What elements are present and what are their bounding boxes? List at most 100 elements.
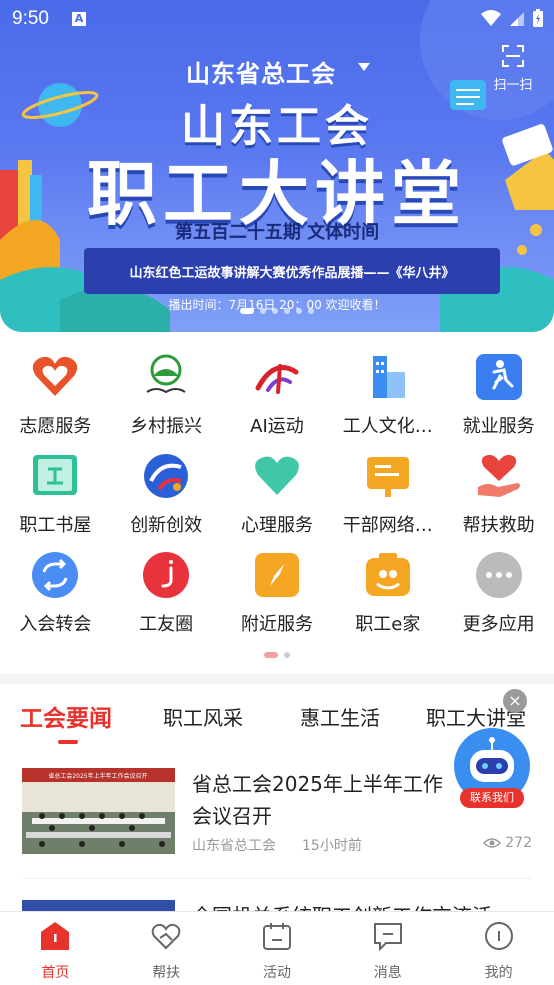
grid-item-worker-home[interactable]: 职工e家 <box>332 546 443 645</box>
news-thumbnail: 省总工会2025年上半年工作会议召开 <box>22 768 175 854</box>
org-title[interactable]: 山东省总工会 <box>186 54 336 89</box>
grid-item-label: 就业服务 <box>462 416 535 437</box>
grid-row: 职工书屋 创新创效 心理服务 干部网络… 帮扶救助 <box>0 447 554 546</box>
banner-subtitle: 第五百二十五期 文体时间 <box>174 222 380 243</box>
grid-pagination <box>0 652 554 658</box>
status-time: 9:50 <box>12 8 49 29</box>
grid-page-dot[interactable] <box>264 652 278 658</box>
nav-help[interactable]: 帮扶 <box>111 912 222 985</box>
grid-item-label: 附近服务 <box>240 614 313 635</box>
heart-icon <box>255 456 299 495</box>
nav-label: 活动 <box>262 965 291 981</box>
profile-icon <box>484 922 513 950</box>
help-hand-heart-icon <box>477 454 520 497</box>
tab-active-indicator <box>58 740 78 744</box>
grid-item-psychology[interactable]: 心理服务 <box>222 447 333 546</box>
grid-row: 志愿服务 乡村振兴 AI运动 工人文化… 就业服务 <box>0 348 554 447</box>
compass-icon <box>254 553 299 597</box>
grid-item-more[interactable]: 更多应用 <box>443 546 554 645</box>
volunteer-heart-icon <box>33 356 78 396</box>
message-icon <box>373 923 402 952</box>
grid-item-label: 职工e家 <box>355 614 421 635</box>
grid-item-label: 乡村振兴 <box>130 416 203 437</box>
workmate-circle-icon <box>143 552 190 598</box>
service-grid: 志愿服务 乡村振兴 AI运动 工人文化… 就业服务 职工书屋 创新创效 心理服务… <box>0 348 554 645</box>
banner-strip: 山东红色工运故事讲解大赛优秀作品展播——《华八井》 <box>84 248 500 294</box>
grid-item-rural[interactable]: 乡村振兴 <box>111 348 222 447</box>
wifi-icon <box>481 10 501 26</box>
grid-item-volunteer[interactable]: 志愿服务 <box>0 348 111 447</box>
nav-messages[interactable]: 消息 <box>332 912 443 985</box>
chevron-down-icon[interactable] <box>358 63 370 71</box>
eye-icon <box>483 838 502 848</box>
bottom-nav: 首页 帮扶 活动 消息 我的 <box>0 911 554 985</box>
workers-culture-building-icon <box>372 356 405 398</box>
banner-dot[interactable] <box>296 308 302 314</box>
banner-dot[interactable] <box>240 308 254 314</box>
banner-dot[interactable] <box>284 308 290 314</box>
more-dots-icon <box>475 552 522 598</box>
book-icon <box>33 455 78 495</box>
contact-us-button[interactable]: 联系我们 <box>460 788 524 808</box>
notification-a-icon: A <box>72 12 86 26</box>
news-views-count: 272 <box>505 835 532 851</box>
rural-revitalization-icon <box>146 354 186 394</box>
cadre-network-icon <box>366 457 409 497</box>
status-icons <box>480 8 544 28</box>
employment-runner-icon <box>475 354 522 400</box>
banner-dot[interactable] <box>308 308 314 314</box>
app-root: 9:50 A 山东省总工会 扫一扫 山东工会 职工大讲堂 第五百二十五期 文体时… <box>0 0 554 985</box>
grid-item-ai-sport[interactable]: AI运动 <box>222 348 333 447</box>
grid-page-dot[interactable] <box>284 652 290 658</box>
grid-item-workmate-circle[interactable]: 工友圈 <box>111 546 222 645</box>
nav-label: 首页 <box>41 965 70 981</box>
battery-icon <box>533 9 543 27</box>
nav-profile[interactable]: 我的 <box>443 912 554 985</box>
grid-item-label: 心理服务 <box>240 515 313 536</box>
meeting-photo-icon: 省总工会2025年上半年工作会议召开 <box>22 768 175 854</box>
grid-item-label: 工友圈 <box>139 614 194 635</box>
tab-union-news[interactable]: 工会要闻 <box>20 699 112 733</box>
grid-row: 入会转会 工友圈 附近服务 职工e家 更多应用 <box>0 546 554 645</box>
banner-dot[interactable] <box>272 308 278 314</box>
grid-item-book-house[interactable]: 职工书屋 <box>0 447 111 546</box>
thumb-caption: 省总工会2025年上半年工作会议召开 <box>48 772 147 780</box>
grid-item-label: 更多应用 <box>462 614 535 635</box>
grid-item-help-rescue[interactable]: 帮扶救助 <box>443 447 554 546</box>
grid-item-workers-culture[interactable]: 工人文化… <box>332 348 443 447</box>
help-handshake-icon <box>151 923 181 950</box>
grid-item-label: 帮扶救助 <box>462 515 535 536</box>
grid-item-label: 入会转会 <box>19 614 92 635</box>
close-assistant-button[interactable]: × <box>503 689 527 713</box>
news-source: 山东省总工会 <box>192 838 276 854</box>
grid-item-label: 职工书屋 <box>19 515 92 536</box>
news-time: 15小时前 <box>302 838 362 854</box>
grid-item-nearby[interactable]: 附近服务 <box>222 546 333 645</box>
scan-button[interactable]: 扫一扫 <box>490 40 536 96</box>
scan-icon <box>502 45 524 67</box>
status-bar: 9:50 A <box>0 0 554 40</box>
home-icon <box>41 922 70 950</box>
signal-icon <box>510 12 524 26</box>
banner-pagination <box>0 308 554 314</box>
activity-icon <box>262 923 291 950</box>
nav-label: 消息 <box>373 965 402 981</box>
news-title: 省总工会2025年上半年工作会议召开 <box>192 772 443 828</box>
nav-label: 我的 <box>484 965 513 981</box>
grid-item-transfer[interactable]: 入会转会 <box>0 546 111 645</box>
nav-activity[interactable]: 活动 <box>222 912 333 985</box>
banner[interactable]: 9:50 A 山东省总工会 扫一扫 山东工会 职工大讲堂 第五百二十五期 文体时… <box>0 0 554 332</box>
tab-worker-style[interactable]: 职工风采 <box>163 702 243 731</box>
grid-item-innovation[interactable]: 创新创效 <box>111 447 222 546</box>
grid-item-label: 工人文化… <box>342 416 433 437</box>
grid-item-label: 干部网络… <box>342 515 433 536</box>
tab-benefit-life[interactable]: 惠工生活 <box>300 702 380 731</box>
transfer-icon <box>32 552 79 598</box>
grid-item-label: AI运动 <box>250 416 304 437</box>
grid-item-cadre-network[interactable]: 干部网络… <box>332 447 443 546</box>
banner-dot[interactable] <box>260 308 266 314</box>
grid-item-label: 志愿服务 <box>19 416 92 437</box>
nav-home[interactable]: 首页 <box>0 912 111 985</box>
grid-item-employment[interactable]: 就业服务 <box>443 348 554 447</box>
news-views: 272 <box>483 835 532 851</box>
